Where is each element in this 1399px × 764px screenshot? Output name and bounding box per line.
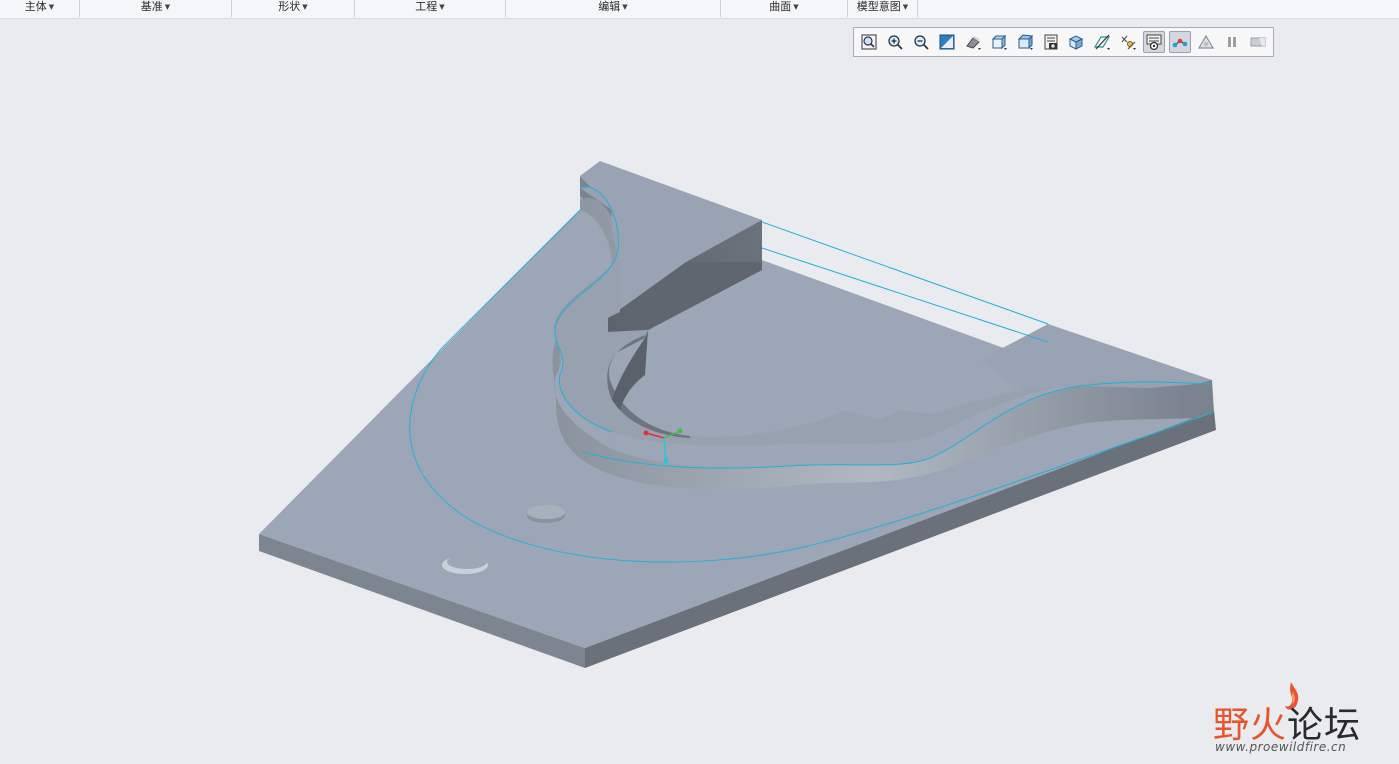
animation-icon	[1250, 37, 1266, 47]
graphics-viewport[interactable]	[0, 18, 1399, 764]
watermark-url: www.proewildfire.cn	[1215, 740, 1347, 754]
dropdown-caret-icon: ▼	[902, 3, 909, 11]
triad-x-dot	[643, 430, 649, 436]
spin-center-button[interactable]	[1143, 31, 1166, 53]
ribbon-group-datum[interactable]: 基准 ▼	[80, 0, 232, 17]
pause-icon	[1228, 37, 1237, 47]
zoom-out-button[interactable]	[910, 31, 932, 53]
section-icon	[1069, 35, 1084, 50]
hole-upper[interactable]	[527, 505, 565, 523]
forum-watermark: 野火论坛 www.proewildfire.cn	[1205, 680, 1390, 758]
ribbon-group-shapes[interactable]: 形状 ▼	[232, 0, 355, 17]
section-button[interactable]	[1066, 31, 1088, 53]
spin-center-icon	[1146, 34, 1162, 51]
ribbon-group-engineering[interactable]: 工程 ▼	[355, 0, 506, 17]
view-manager-icon	[1017, 34, 1033, 50]
ribbon-group-model-intent[interactable]: 模型意图 ▼	[848, 0, 918, 17]
ribbon-group-label: 曲面	[769, 0, 792, 13]
ribbon-group-label: 形状	[278, 0, 301, 13]
repaint-button[interactable]	[936, 31, 958, 53]
pause-button[interactable]	[1221, 31, 1243, 53]
ribbon-group-label: 主体	[24, 0, 47, 13]
triad-y-dot	[677, 428, 683, 434]
simulation-display-button[interactable]	[1195, 31, 1217, 53]
ribbon-group-bar: 主体 ▼ 基准 ▼ 形状 ▼ 工程 ▼ 编辑 ▼ 曲面 ▼ 模型意图 ▼	[0, 0, 1399, 19]
zoom-in-button[interactable]	[884, 31, 906, 53]
model-3d-view	[259, 161, 1216, 668]
perspective-view-button[interactable]	[1040, 31, 1062, 53]
ribbon-group-label: 基准	[140, 0, 163, 13]
refit-icon	[861, 34, 877, 50]
creo-modeling-window: 主体 ▼ 基准 ▼ 形状 ▼ 工程 ▼ 编辑 ▼ 曲面 ▼ 模型意图 ▼ 野火论…	[0, 0, 1399, 764]
zoom-in-icon	[888, 35, 903, 50]
graphics-toolbar	[853, 27, 1274, 57]
dropdown-caret-icon: ▼	[48, 3, 55, 11]
view-manager-button[interactable]	[1014, 31, 1036, 53]
zoom-out-icon	[914, 35, 929, 50]
dropdown-caret-icon: ▼	[622, 3, 628, 11]
ribbon-group-label: 工程	[415, 0, 438, 13]
ribbon-group-surfaces[interactable]: 曲面 ▼	[721, 0, 848, 17]
ribbon-group-body[interactable]: 主体 ▼	[0, 0, 80, 17]
simulation-display-icon	[1198, 34, 1215, 49]
datum-points-display-icon	[1172, 38, 1188, 48]
repaint-icon	[939, 34, 955, 50]
triad-z-dot	[663, 458, 669, 464]
display-style-icon	[965, 36, 981, 50]
ribbon-group-label: 编辑	[598, 0, 621, 13]
pad-right-end-face	[1196, 380, 1214, 418]
annotation-display-icon	[1121, 35, 1137, 50]
animation-button[interactable]	[1247, 31, 1269, 53]
datum-display-filter-icon	[1094, 34, 1111, 50]
ribbon-group-editing[interactable]: 编辑 ▼	[506, 0, 721, 17]
display-style-button[interactable]	[962, 31, 984, 53]
saved-orientations-icon	[991, 34, 1007, 50]
hole-upper-rim	[527, 505, 565, 519]
annotation-display-button[interactable]	[1117, 31, 1139, 53]
saved-orientations-button[interactable]	[988, 31, 1010, 53]
dropdown-caret-icon: ▼	[164, 3, 171, 11]
hole-lower-floor	[447, 555, 487, 569]
datum-points-display-button[interactable]	[1169, 31, 1192, 53]
perspective-view-icon	[1044, 34, 1058, 50]
dropdown-caret-icon: ▼	[302, 3, 308, 11]
dropdown-caret-icon: ▼	[439, 3, 445, 11]
refit-button[interactable]	[858, 31, 880, 53]
dropdown-caret-icon: ▼	[793, 3, 799, 11]
ribbon-group-label: 模型意图	[856, 0, 901, 13]
datum-display-filter-button[interactable]	[1091, 31, 1113, 53]
